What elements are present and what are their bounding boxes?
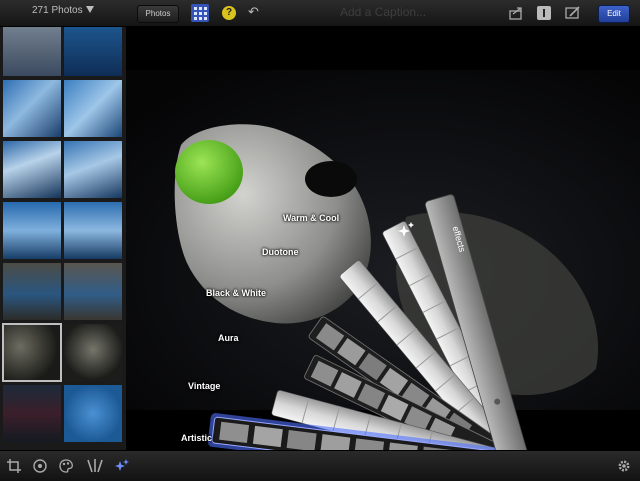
photo-thumbnail[interactable] — [64, 385, 122, 442]
top-toolbar: 271 Photos Photos ? ↶ Add a Caption... E… — [0, 0, 640, 27]
settings-gear-icon[interactable] — [616, 458, 632, 474]
chevron-down-icon[interactable] — [86, 6, 94, 13]
caption-field[interactable]: Add a Caption... — [340, 5, 426, 19]
undo-icon[interactable]: ↶ — [248, 4, 259, 20]
photo-thumbnail[interactable] — [64, 324, 122, 381]
bottom-toolbar — [0, 450, 640, 481]
effects-icon[interactable] — [114, 458, 130, 474]
photo-thumbnail-selected[interactable] — [2, 323, 62, 382]
preset-label-black-white[interactable]: Black & White — [206, 288, 266, 298]
preset-label-artistic[interactable]: Artistic — [181, 433, 212, 443]
preset-label-aura[interactable]: Aura — [218, 333, 239, 343]
brushes-icon[interactable] — [86, 458, 104, 474]
info-icon[interactable] — [537, 6, 551, 20]
photo-count-label[interactable]: 271 Photos — [32, 5, 83, 16]
edit-meta-icon[interactable] — [565, 5, 581, 21]
help-icon[interactable]: ? — [222, 6, 236, 20]
color-palette-icon[interactable] — [58, 458, 74, 474]
preset-label-duotone[interactable]: Duotone — [262, 247, 299, 257]
photo-thumbnail[interactable] — [3, 263, 61, 320]
grid-view-icon[interactable] — [191, 4, 209, 22]
preset-label-warm-cool[interactable]: Warm & Cool — [283, 213, 339, 223]
photo-thumbnail[interactable] — [3, 385, 61, 442]
photo-thumbnail[interactable] — [3, 202, 61, 259]
preset-label-vintage[interactable]: Vintage — [188, 381, 220, 391]
photo-thumbnail[interactable] — [64, 202, 122, 259]
photo-thumbnail[interactable] — [64, 80, 122, 137]
photo-thumbnail[interactable] — [64, 27, 122, 76]
photo-thumbnail[interactable] — [3, 80, 61, 137]
crop-icon[interactable] — [6, 458, 22, 474]
photos-button[interactable]: Photos — [137, 5, 179, 23]
photo-thumbnail-grid[interactable] — [0, 27, 126, 450]
share-icon[interactable] — [508, 5, 524, 21]
photo-thumbnail[interactable] — [3, 27, 61, 76]
photo-thumbnail[interactable] — [64, 263, 122, 320]
exposure-icon[interactable] — [32, 458, 48, 474]
photo-thumbnail[interactable] — [3, 141, 61, 198]
edit-button[interactable]: Edit — [598, 5, 630, 23]
photo-thumbnail[interactable] — [64, 141, 122, 198]
photo-viewer[interactable]: effects Warm & Cool Duotone Black & Whit… — [126, 27, 640, 450]
